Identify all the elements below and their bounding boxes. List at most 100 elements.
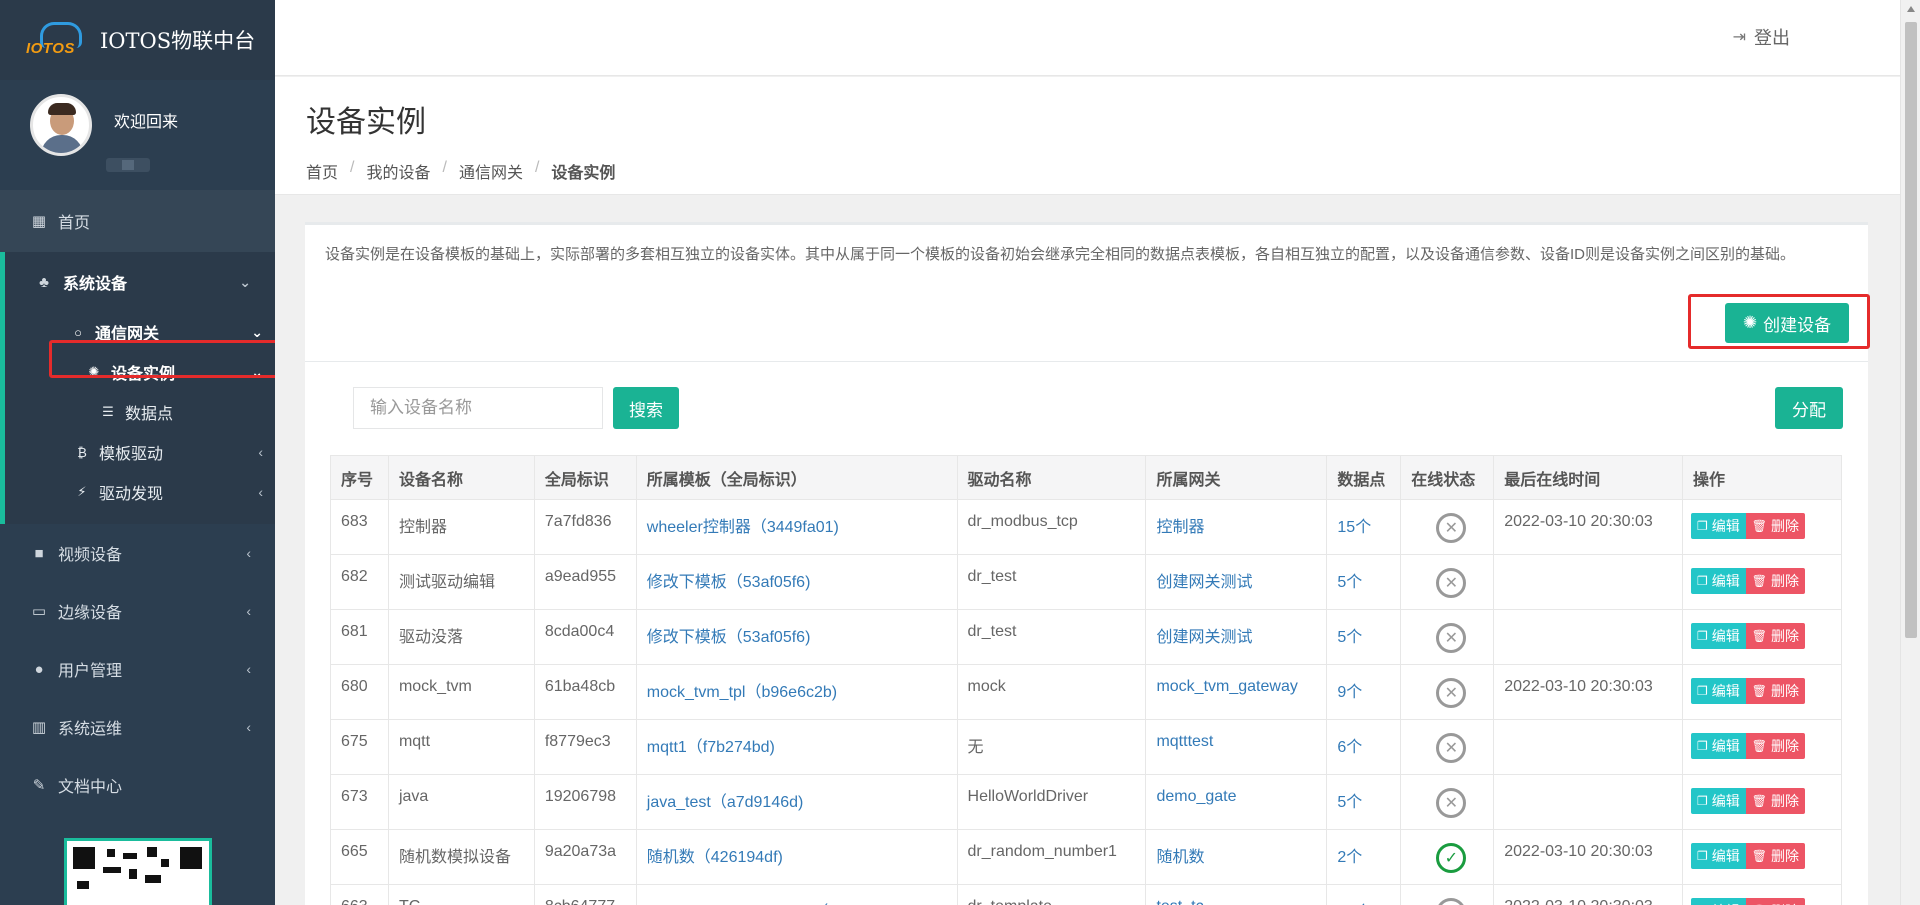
sidebar-item-label: 用户管理 bbox=[58, 663, 123, 680]
sidebar-group-system-devices: ♣ 系统设备 ⌄ ○ 通信网关 ⌄ ✺ 设备实例 ⌄ ☰ 数据点 ₿ 模板驱动 bbox=[0, 252, 275, 524]
sidebar-item-system-ops[interactable]: ▥ 系统运维 ‹ bbox=[0, 698, 275, 756]
edit-button[interactable]: ❐编辑 bbox=[1691, 898, 1746, 905]
column-header: 设备名称 bbox=[387, 455, 535, 500]
cell-global-id: 8cda00c4 bbox=[533, 609, 637, 665]
cell-name: mock_tvm bbox=[387, 664, 535, 720]
sidebar-item-system-devices[interactable]: ♣ 系统设备 ⌄ bbox=[5, 252, 275, 312]
edit-button[interactable]: ❐编辑 bbox=[1691, 678, 1746, 704]
cell-actions: ❐编辑🗑删除 bbox=[1682, 499, 1842, 555]
sidebar-item-edge-devices[interactable]: ▭ 边缘设备 ‹ bbox=[0, 582, 275, 640]
template-link[interactable]: mock_tvm_tpl（b96e6c2b) bbox=[647, 684, 837, 701]
delete-button[interactable]: 🗑删除 bbox=[1745, 568, 1806, 594]
times-circle-icon: ✕ bbox=[1436, 623, 1467, 653]
times-circle-icon: ✕ bbox=[1436, 678, 1467, 708]
copy-icon: ❐ bbox=[1697, 684, 1708, 698]
edit-button[interactable]: ❐编辑 bbox=[1691, 568, 1746, 594]
page-title: 设备实例 bbox=[306, 106, 426, 139]
page-scrollbar[interactable] bbox=[1900, 0, 1920, 905]
points-link[interactable]: 15个 bbox=[1337, 519, 1371, 536]
sidebar-item-home[interactable]: ▦ 首页 bbox=[0, 190, 275, 252]
cell-id: 680 bbox=[330, 664, 389, 720]
cell-global-id: 61ba48cb bbox=[533, 664, 637, 720]
database-icon: ☰ bbox=[102, 404, 114, 419]
cell-points: 5个 bbox=[1326, 554, 1402, 610]
template-link[interactable]: java_test（a7d9146d) bbox=[647, 794, 804, 811]
delete-button[interactable]: 🗑删除 bbox=[1745, 678, 1806, 704]
avatar[interactable] bbox=[30, 94, 92, 156]
template-link[interactable]: 修改下模板（53af05f6) bbox=[647, 629, 811, 646]
edit-label: 编辑 bbox=[1711, 628, 1740, 644]
sidebar-item-template-driver[interactable]: ₿ 模板驱动 ‹ bbox=[5, 432, 275, 472]
sidebar-item-data-points[interactable]: ☰ 数据点 bbox=[5, 392, 275, 432]
page-description: 设备实例是在设备模板的基础上，实际部署的多套相互独立的设备实体。其中从属于同一个… bbox=[325, 246, 1796, 263]
gateway-link[interactable]: 创建网关测试 bbox=[1156, 629, 1252, 646]
template-link[interactable]: mqtt1（f7b274bd) bbox=[647, 739, 775, 756]
user-panel: 欢迎回来 bbox=[0, 80, 275, 190]
sidebar-item-user-management[interactable]: ● 用户管理 ‹ bbox=[0, 640, 275, 698]
points-link[interactable]: 5个 bbox=[1337, 629, 1362, 646]
cell-template: wheeler控制器（3449fa01) bbox=[635, 499, 958, 555]
delete-label: 删除 bbox=[1771, 901, 1799, 905]
edit-button[interactable]: ❐编辑 bbox=[1691, 733, 1746, 759]
gateway-link[interactable]: 随机数 bbox=[1156, 849, 1204, 866]
times-circle-icon: ✕ bbox=[1436, 568, 1467, 598]
breadcrumb-home[interactable]: 首页 bbox=[306, 159, 338, 183]
search-button[interactable]: 搜索 bbox=[613, 387, 679, 429]
logout-button[interactable]: ⇥ 登出 bbox=[1733, 24, 1790, 50]
delete-button[interactable]: 🗑删除 bbox=[1745, 898, 1806, 905]
table-row: 680 mock_tvm 61ba48cb mock_tvm_tpl（b96e6c2b… bbox=[330, 664, 1842, 720]
gateway-link[interactable]: 控制器 bbox=[1156, 519, 1204, 536]
edit-button[interactable]: ❐编辑 bbox=[1691, 843, 1746, 869]
cell-name: 控制器 bbox=[387, 499, 535, 555]
scrollbar-thumb[interactable] bbox=[1905, 22, 1917, 638]
edit-button[interactable]: ❐编辑 bbox=[1691, 513, 1746, 539]
gateway-link[interactable]: mqtttest bbox=[1156, 733, 1213, 750]
assign-button[interactable]: 分配 bbox=[1775, 387, 1843, 429]
cell-actions: ❐编辑🗑删除 bbox=[1682, 664, 1842, 720]
delete-label: 删除 bbox=[1771, 683, 1800, 699]
copy-icon: ❐ bbox=[1697, 629, 1708, 643]
sidebar-item-driver-discovery[interactable]: ⚡ 驱动发现 ‹ bbox=[5, 472, 275, 512]
cell-id: 675 bbox=[330, 719, 389, 775]
breadcrumb-my-devices[interactable]: 我的设备 bbox=[366, 159, 430, 183]
cell-last-online: 2022-03-10 20:30:03 bbox=[1493, 664, 1684, 720]
breadcrumb-gateway[interactable]: 通信网关 bbox=[459, 159, 523, 183]
gateway-link[interactable]: 创建网关测试 bbox=[1156, 574, 1252, 591]
sidebar-item-video-devices[interactable]: ■ 视频设备 ‹ bbox=[0, 524, 275, 582]
scroll-up-icon[interactable] bbox=[1907, 6, 1915, 12]
edit-button[interactable]: ❐编辑 bbox=[1691, 623, 1746, 649]
cell-id: 682 bbox=[330, 554, 389, 610]
sidebar-item-label: 视频设备 bbox=[58, 547, 123, 564]
table-header-row: 序号 设备名称 全局标识 所属模板（全局标识） 驱动名称 所属网关 数据点 在线状态 最后在线时… bbox=[330, 455, 1842, 500]
template-link[interactable]: 修改下模板（53af05f6) bbox=[647, 574, 811, 591]
delete-button[interactable]: 🗑删除 bbox=[1745, 733, 1806, 759]
create-device-button[interactable]: ✺ 创建设备 bbox=[1725, 303, 1849, 343]
delete-button[interactable]: 🗑删除 bbox=[1745, 843, 1806, 869]
delete-label: 删除 bbox=[1771, 793, 1800, 809]
points-link[interactable]: 2个 bbox=[1337, 849, 1362, 866]
logout-label: 登出 bbox=[1754, 28, 1790, 48]
trash-icon: 🗑 bbox=[1751, 684, 1768, 698]
template-link[interactable]: wheeler控制器（3449fa01) bbox=[647, 519, 839, 536]
points-link[interactable]: 6个 bbox=[1337, 739, 1362, 756]
content-panel: 设备实例是在设备模板的基础上，实际部署的多套相互独立的设备实体。其中从属于同一个… bbox=[305, 222, 1870, 905]
edit-button[interactable]: ❐编辑 bbox=[1691, 788, 1746, 814]
points-link[interactable]: 5个 bbox=[1337, 794, 1362, 811]
trash-icon: 🗑 bbox=[1751, 794, 1768, 808]
copy-icon: ❐ bbox=[1697, 794, 1708, 808]
points-link[interactable]: 5个 bbox=[1337, 574, 1362, 591]
search-input[interactable]: 输入设备名称 bbox=[353, 387, 603, 429]
points-link[interactable]: 9个 bbox=[1337, 684, 1362, 701]
cell-id: 683 bbox=[330, 499, 389, 555]
delete-button[interactable]: 🗑删除 bbox=[1745, 788, 1806, 814]
delete-button[interactable]: 🗑删除 bbox=[1745, 623, 1806, 649]
sidebar-item-docs-center[interactable]: ✎ 文档中心 bbox=[0, 756, 275, 814]
gateway-link[interactable]: demo_gate bbox=[1156, 788, 1236, 805]
gateway-link[interactable]: test_tc bbox=[1156, 898, 1203, 905]
column-header: 在线状态 bbox=[1400, 455, 1495, 500]
delete-button[interactable]: 🗑删除 bbox=[1745, 513, 1806, 539]
cell-points: 9个 bbox=[1326, 664, 1402, 720]
sidebar-item-label: 系统设备 bbox=[63, 276, 128, 293]
template-link[interactable]: 随机数（426194df) bbox=[647, 849, 783, 866]
gateway-link[interactable]: mock_tvm_gateway bbox=[1156, 678, 1297, 695]
